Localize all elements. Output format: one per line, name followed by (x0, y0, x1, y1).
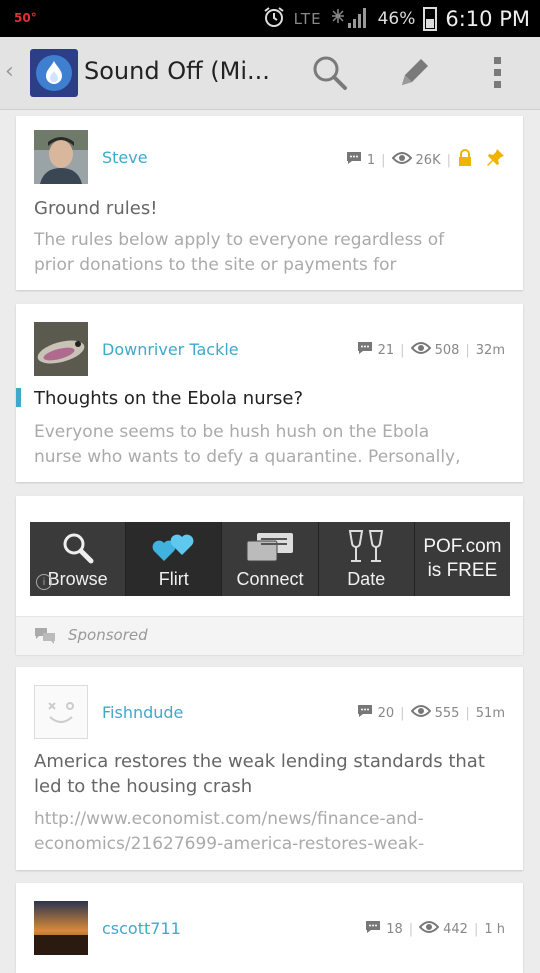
avatar[interactable] (34, 901, 88, 955)
comment-count: 1 (366, 152, 376, 168)
flame-icon (36, 55, 72, 91)
ad-browse-label: Browse (47, 569, 108, 589)
post-age: 1 h (484, 921, 505, 937)
ad-connect-label: Connect (236, 569, 304, 589)
eye-icon (391, 151, 412, 169)
post-age: 51m (475, 705, 505, 721)
post-snippet: nurse who wants to defy a quarantine. Pe… (34, 447, 461, 467)
chat-bubbles-icon (34, 627, 56, 649)
comment-count: 20 (377, 705, 395, 721)
comment-icon (356, 703, 374, 723)
sponsored-card[interactable]: Browse i Flirt Connect Date POF.com is F… (16, 496, 523, 655)
app-logo[interactable] (30, 49, 78, 97)
ad-banner[interactable]: Browse i Flirt Connect Date POF.com is F… (30, 522, 510, 596)
post-meta: 21 | 508 | 32m (356, 340, 505, 360)
clock: 6:10 PM (445, 7, 530, 31)
ad-browse-button[interactable]: Browse i (30, 522, 127, 596)
ad-info-icon[interactable]: i (36, 574, 52, 590)
alarm-icon (262, 5, 286, 34)
unread-indicator (16, 388, 21, 407)
page-title[interactable]: Sound Off (Mi... (84, 57, 270, 85)
divider: | (465, 342, 470, 358)
status-icons: LTE 46% 6:10 PM (262, 6, 530, 32)
pin-icon (485, 148, 505, 172)
status-bar: 50° LTE 46% 6:10 PM (0, 0, 540, 37)
post-snippet: The rules below apply to everyone regard… (34, 230, 445, 250)
search-icon[interactable] (310, 53, 350, 93)
post-card[interactable]: Fishndude 20 | 555 | 51m America restore… (16, 667, 523, 870)
ad-flirt-label: Flirt (158, 569, 189, 589)
network-type: LTE (293, 10, 322, 28)
post-snippet: Everyone seems to be hush hush on the Eb… (34, 422, 430, 442)
comment-icon (364, 919, 382, 939)
ad-flirt-button[interactable]: Flirt (126, 522, 223, 596)
post-meta: 20 | 555 | 51m (356, 703, 505, 723)
eye-icon (410, 341, 431, 359)
post-title[interactable]: Thoughts on the Ebola nurse? (34, 386, 505, 411)
ad-connect-button[interactable]: Connect (222, 522, 319, 596)
author-name[interactable]: cscott711 (102, 919, 181, 938)
divider: | (473, 921, 479, 937)
view-count: 508 (434, 342, 460, 358)
ad-date-button[interactable]: Date (319, 522, 415, 596)
temperature-indicator: 50° (14, 11, 37, 25)
ad-pof-link[interactable]: POF.com is FREE (415, 522, 510, 596)
post-title[interactable]: America restores the weak lending standa… (34, 749, 505, 774)
avatar[interactable] (34, 322, 88, 376)
avatar[interactable] (34, 130, 88, 184)
post-age: 32m (475, 342, 505, 358)
view-count: 26K (415, 152, 441, 168)
divider: | (465, 705, 470, 721)
post-snippet: prior donations to the site or payments … (34, 255, 397, 275)
sponsored-footer: Sponsored (16, 616, 523, 655)
author-name[interactable]: Fishndude (102, 703, 183, 722)
lock-icon (457, 149, 473, 171)
divider: | (408, 921, 414, 937)
post-title[interactable]: led to the housing crash (34, 774, 505, 799)
post-snippet: http://www.economist.com/news/finance-an… (34, 809, 424, 829)
ad-date-label: Date (347, 569, 386, 589)
divider: | (400, 342, 405, 358)
ad-pof-line1: POF.com (423, 536, 502, 557)
eye-icon (410, 704, 431, 722)
post-title[interactable]: Ground rules! (34, 196, 505, 221)
post-snippet: economics/21627699-america-restores-weak… (34, 834, 425, 854)
view-count: 555 (434, 705, 460, 721)
battery-percent: 46% (377, 9, 416, 29)
comment-count: 18 (386, 921, 403, 937)
comment-icon (345, 150, 363, 170)
divider: | (381, 152, 386, 168)
post-meta: 1 | 26K | (345, 148, 505, 172)
author-name[interactable]: Downriver Tackle (102, 340, 239, 359)
eye-icon (418, 920, 440, 938)
divider: | (446, 152, 451, 168)
author-name[interactable]: Steve (102, 148, 148, 167)
view-count: 442 (443, 921, 468, 937)
compose-icon[interactable] (394, 53, 434, 93)
default-avatar-icon[interactable] (34, 685, 88, 739)
battery-icon (423, 7, 438, 31)
divider: | (400, 705, 405, 721)
back-icon[interactable]: ‹ (5, 59, 14, 84)
action-bar: ‹ Sound Off (Mi... (0, 37, 540, 110)
overflow-menu-icon[interactable] (478, 53, 518, 93)
signal-icon (330, 5, 370, 34)
post-card[interactable]: Steve 1 | 26K | Ground rules! The rules … (16, 116, 523, 290)
sponsored-label: Sponsored (68, 626, 148, 644)
comment-icon (356, 340, 374, 360)
post-card[interactable]: Downriver Tackle 21 | 508 | 32m Thoughts… (16, 304, 523, 482)
post-meta: 18 | 442 | 1 h (364, 919, 505, 939)
comment-count: 21 (377, 342, 395, 358)
ad-pof-line2: is FREE (427, 560, 498, 581)
